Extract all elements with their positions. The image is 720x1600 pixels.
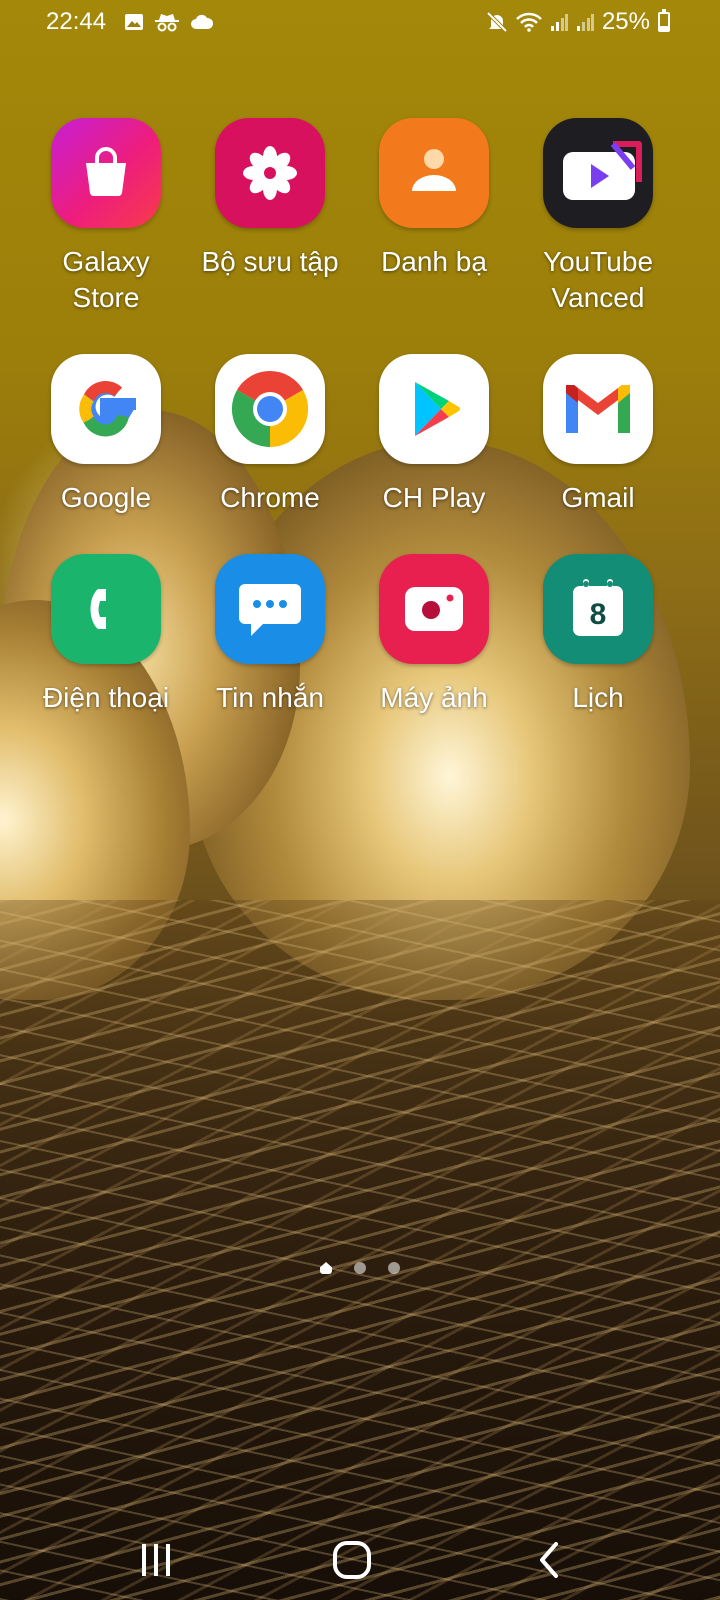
app-phone[interactable]: Điện thoại <box>24 554 188 716</box>
app-label: Máy ảnh <box>380 682 488 713</box>
wifi-icon <box>516 12 542 32</box>
recents-button[interactable] <box>126 1530 186 1590</box>
app-icon-tile[interactable] <box>543 354 653 464</box>
app-icon-tile[interactable] <box>215 554 325 664</box>
recents-icon <box>142 1544 170 1576</box>
app-icon-tile[interactable] <box>215 118 325 228</box>
app-icon-tile[interactable] <box>543 118 653 228</box>
app-gallery[interactable]: Bộ sưu tập <box>188 118 352 316</box>
app-icon-tile[interactable] <box>379 354 489 464</box>
status-bar: 22:44 25% <box>0 0 720 48</box>
wallpaper-nest <box>0 900 720 1600</box>
app-label: Galaxy Store <box>62 246 150 313</box>
page-indicator[interactable] <box>0 1262 720 1274</box>
status-notification-icons <box>124 12 214 32</box>
shopping-bag-icon <box>86 147 126 197</box>
app-youtube-vanced[interactable]: YouTube Vanced <box>516 118 680 316</box>
google-g-icon <box>79 381 136 437</box>
app-gmail[interactable]: Gmail <box>516 354 680 516</box>
person-icon <box>412 149 456 191</box>
app-label: Google <box>60 482 152 513</box>
phone-icon <box>90 589 106 629</box>
incognito-icon <box>155 14 179 32</box>
status-system-icons: 25% <box>486 8 670 36</box>
app-label: CH Play <box>382 482 486 513</box>
page-dot[interactable] <box>388 1262 400 1274</box>
camera-icon <box>405 587 463 631</box>
message-icon <box>239 584 301 636</box>
image-icon <box>125 14 143 30</box>
navigation-bar <box>0 1516 720 1600</box>
battery-icon <box>658 9 670 32</box>
app-label: YouTube Vanced <box>542 246 654 313</box>
play-store-icon <box>415 382 460 436</box>
app-icon-tile[interactable] <box>379 118 489 228</box>
back-button[interactable] <box>520 1530 580 1590</box>
signal-icon <box>576 14 594 31</box>
app-label: Danh bạ <box>381 246 487 277</box>
app-icon-tile[interactable] <box>51 554 161 664</box>
gmail-icon <box>566 385 630 433</box>
app-icon-tile[interactable] <box>215 354 325 464</box>
flower-icon <box>243 146 297 200</box>
app-google[interactable]: Google <box>24 354 188 516</box>
battery-percent: 25% <box>601 8 650 35</box>
cloud-icon <box>191 14 214 29</box>
app-label: Bộ sưu tập <box>201 246 339 277</box>
mute-icon <box>486 11 508 33</box>
youtube-vanced-icon <box>563 141 642 200</box>
app-contacts[interactable]: Danh bạ <box>352 118 516 316</box>
home-icon <box>333 1541 371 1579</box>
app-galaxy-store[interactable]: Galaxy Store <box>24 118 188 316</box>
app-icon-tile[interactable]: 8 <box>543 554 653 664</box>
app-calendar[interactable]: 8 Lịch <box>516 554 680 716</box>
calendar-day-number: 8 <box>589 598 607 631</box>
back-icon <box>540 1542 558 1578</box>
app-icon-tile[interactable] <box>51 118 161 228</box>
app-label: Chrome <box>220 482 320 513</box>
app-grid: Galaxy Store Bộ sưu tập Danh bạ YouTube … <box>24 118 696 716</box>
app-label: Điện thoại <box>42 682 170 713</box>
signal-icon <box>550 14 568 31</box>
app-label: Tin nhắn <box>216 682 324 713</box>
app-chrome[interactable]: Chrome <box>188 354 352 516</box>
app-icon-tile[interactable] <box>51 354 161 464</box>
app-icon-tile[interactable] <box>379 554 489 664</box>
app-messages[interactable]: Tin nhắn <box>188 554 352 716</box>
chrome-icon <box>231 370 309 448</box>
app-play-store[interactable]: CH Play <box>352 354 516 516</box>
app-label: Gmail <box>561 482 635 513</box>
home-button[interactable] <box>322 1530 382 1590</box>
status-time: 22:44 <box>46 8 107 35</box>
home-page-dot[interactable] <box>320 1262 332 1274</box>
app-label: Lịch <box>572 682 624 713</box>
page-dot[interactable] <box>354 1262 366 1274</box>
app-camera[interactable]: Máy ảnh <box>352 554 516 716</box>
